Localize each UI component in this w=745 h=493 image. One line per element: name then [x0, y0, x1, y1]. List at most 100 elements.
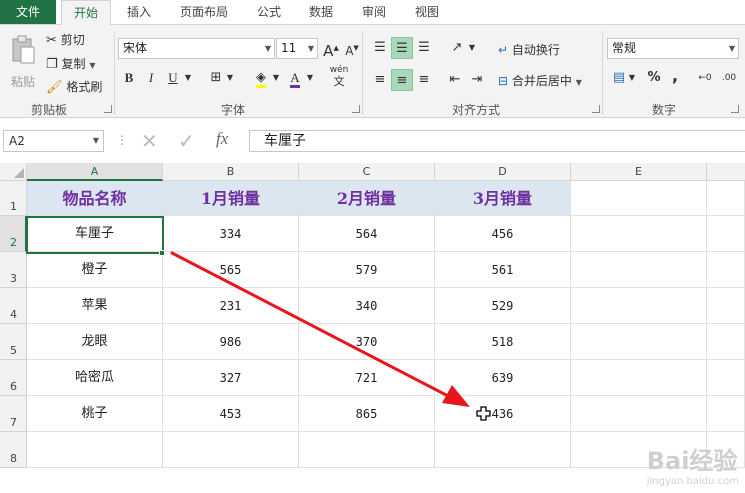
group-separator	[362, 31, 363, 115]
tab-formulas[interactable]: 公式	[250, 0, 288, 24]
clipboard-launcher-icon[interactable]	[104, 105, 112, 113]
phonetic-icon: wén	[329, 65, 349, 75]
decrease-decimal-button[interactable]: .00	[718, 67, 740, 89]
font-size-combo[interactable]: 11 ▼	[276, 38, 318, 59]
name-box[interactable]: A2 ▼	[3, 130, 104, 152]
watermark: Bai经验 jingyan.baidu.com	[647, 441, 739, 487]
enter-icon[interactable]: ✓	[178, 129, 195, 153]
number-launcher-icon[interactable]	[731, 105, 739, 113]
merge-label: 合并后居中	[511, 74, 572, 88]
align-middle-button[interactable]: ☰	[391, 37, 413, 59]
chevron-down-icon[interactable]: ▼	[304, 67, 316, 89]
wrap-text-icon: ↵	[498, 43, 509, 57]
bold-button[interactable]: B	[118, 67, 140, 89]
comma-button[interactable]: ,	[664, 65, 686, 87]
decrease-indent-button[interactable]: ⇤	[444, 69, 466, 91]
align-center-button[interactable]: ≡	[391, 69, 413, 91]
chevron-down-icon[interactable]: ▼	[466, 37, 478, 59]
cut-button[interactable]: ✂ 剪切	[46, 31, 85, 48]
alignment-launcher-icon[interactable]	[592, 105, 600, 113]
more-icon: ⋮	[116, 133, 128, 147]
paste-label: 粘贴	[11, 75, 36, 89]
chevron-down-icon[interactable]: ▼	[182, 67, 194, 89]
increase-indent-button[interactable]: ⇥	[466, 69, 488, 91]
align-left-button[interactable]: ≡	[369, 69, 391, 91]
font-group-label: 字体	[221, 103, 246, 117]
increase-decimal-icon: ←0	[698, 73, 712, 83]
number-format-combo[interactable]: 常规 ▼	[607, 38, 739, 59]
cancel-icon[interactable]: ✕	[141, 129, 158, 153]
watermark-text: Bai经验	[646, 447, 738, 475]
formula-bar: A2 ▼ ⋮ ✕ ✓ fx 车厘子	[0, 126, 745, 156]
chevron-down-icon[interactable]: ▼	[270, 67, 282, 89]
chevron-down-icon: ▼	[89, 61, 96, 70]
increase-decimal-button[interactable]: ←0	[694, 67, 716, 89]
chevron-down-icon[interactable]: ▼	[224, 67, 236, 89]
paint-bucket-icon: ◈	[256, 70, 266, 88]
tab-data[interactable]: 数据	[302, 0, 340, 24]
alignment-group-label: 对齐方式	[452, 103, 501, 117]
font-name-combo[interactable]: 宋体 ▼	[118, 38, 275, 59]
worksheet-grid: A B C D E 12345678 物品名称 1月销量 2月销量 3月销量 车厘子 33…	[0, 163, 745, 493]
paste-icon	[12, 35, 35, 64]
fill-color-button[interactable]: ◈	[250, 67, 272, 89]
decrease-decimal-icon: .00	[721, 73, 737, 83]
underline-button[interactable]: U	[162, 67, 184, 89]
shrink-font-button[interactable]: A▼	[341, 37, 363, 59]
italic-button[interactable]: I	[140, 67, 162, 89]
align-top-button[interactable]: ☰	[369, 37, 391, 59]
tab-file[interactable]: 文件	[0, 0, 56, 24]
tab-page-layout[interactable]: 页面布局	[172, 0, 236, 24]
align-top-icon: ☰	[374, 40, 386, 55]
tab-insert[interactable]: 插入	[118, 0, 160, 24]
percent-button[interactable]: %	[643, 67, 665, 89]
align-right-icon: ≡	[418, 72, 430, 87]
chevron-down-icon[interactable]: ▼	[626, 67, 638, 89]
insert-function-button[interactable]: fx	[216, 129, 228, 149]
phonetic-button[interactable]: wén 文	[328, 65, 350, 87]
spreadsheet-window: 文件 开始 插入 页面布局 公式 数据 审阅 视图 粘贴 ✂ 剪切 ❐ 复制 ▼…	[0, 0, 745, 493]
copy-icon: ❐	[46, 57, 58, 72]
currency-icon: ▤	[612, 70, 626, 85]
number-group-label: 数字	[652, 103, 677, 117]
font-name-value: 宋体	[123, 41, 148, 55]
paste-button[interactable]: 粘贴	[6, 33, 40, 93]
wrap-text-button[interactable]: ↵ 自动换行	[498, 41, 560, 58]
tab-view[interactable]: 视图	[408, 0, 446, 24]
chevron-down-icon: ▼	[264, 44, 271, 53]
copy-label: 复制	[61, 57, 86, 71]
outdent-icon: ⇤	[449, 72, 461, 87]
format-painter-label: 格式刷	[66, 80, 103, 94]
formula-input[interactable]: 车厘子	[249, 130, 745, 152]
font-color-button[interactable]: A	[284, 67, 306, 89]
align-right-button[interactable]: ≡	[413, 69, 435, 91]
scissors-icon: ✂	[46, 33, 57, 48]
chevron-down-icon: ▼	[307, 44, 314, 53]
font-launcher-icon[interactable]	[352, 105, 360, 113]
number-format-value: 常规	[612, 41, 637, 55]
tab-home[interactable]: 开始	[61, 0, 111, 25]
wrap-text-label: 自动换行	[511, 43, 560, 57]
cut-label: 剪切	[60, 33, 85, 47]
merge-icon: ⊟	[498, 74, 509, 88]
phonetic-char: 文	[333, 75, 345, 88]
align-center-icon: ≡	[396, 73, 408, 88]
font-color-icon: A	[290, 70, 300, 88]
font-size-value: 11	[281, 41, 297, 55]
align-middle-icon: ☰	[396, 41, 408, 56]
orientation-button[interactable]: ↗	[446, 37, 468, 59]
grow-font-button[interactable]: A▲	[320, 37, 342, 60]
cell-cursor-icon	[476, 406, 491, 421]
brush-icon: 🖌	[46, 80, 63, 95]
tab-review[interactable]: 审阅	[355, 0, 393, 24]
ribbon-tab-bar: 文件 开始 插入 页面布局 公式 数据 审阅 视图	[0, 0, 745, 25]
align-left-icon: ≡	[374, 72, 386, 87]
copy-button[interactable]: ❐ 复制 ▼	[46, 55, 95, 72]
merge-center-button[interactable]: ⊟ 合并后居中 ▼	[498, 72, 582, 89]
align-bottom-button[interactable]: ☰	[413, 37, 435, 59]
ribbon: 粘贴 ✂ 剪切 ❐ 复制 ▼ 🖌 格式刷 剪贴板 宋体 ▼ 11 ▼ A▲ A▼ B…	[0, 24, 745, 118]
group-separator	[602, 31, 603, 115]
group-separator	[114, 31, 115, 115]
grow-font-icon: A	[323, 42, 334, 60]
format-painter-button[interactable]: 🖌 格式刷	[46, 78, 102, 95]
